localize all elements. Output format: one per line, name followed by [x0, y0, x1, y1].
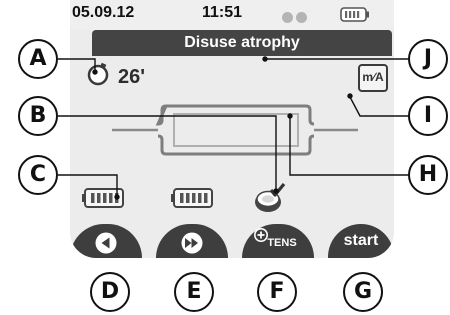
callout-i: I [408, 96, 448, 136]
channel-b-battery-icon [171, 188, 213, 208]
status-bar: 05.09.12 11:51 [70, 0, 394, 30]
callout-j: J [408, 39, 448, 79]
callout-c: C [18, 155, 58, 195]
callout-g: G [343, 272, 383, 312]
mia-button[interactable]: m∕A [358, 64, 388, 92]
callout-e: E [174, 272, 214, 312]
tens-softkey[interactable]: TENS [242, 224, 314, 258]
mia-label: m∕A [362, 70, 384, 84]
back-softkey[interactable] [70, 224, 142, 258]
channel-dots-icon [282, 10, 312, 23]
waveform-display [112, 104, 358, 156]
callout-h: H [408, 155, 448, 195]
callout-b: B [18, 96, 58, 136]
electrode-check-icon [255, 182, 286, 212]
program-title: Disuse atrophy [184, 34, 300, 51]
device-screen: 05.09.12 11:51 Disuse atrophy 26' m∕A TE… [70, 0, 394, 258]
session-timer: 26' [118, 66, 146, 88]
tens-label: TENS [267, 237, 297, 249]
callout-a: A [18, 39, 58, 79]
channel-a-battery-icon [82, 188, 124, 208]
start-softkey[interactable]: start [328, 224, 394, 258]
callout-d: D [90, 272, 130, 312]
triangle-left-icon [95, 232, 117, 254]
start-label: start [343, 232, 379, 249]
status-battery-icon [340, 7, 369, 22]
callout-f: F [257, 272, 297, 312]
status-date: 05.09.12 [72, 4, 135, 21]
forward-softkey[interactable] [156, 224, 228, 258]
double-triangle-right-icon [181, 232, 203, 254]
program-title-bar: Disuse atrophy [92, 30, 392, 56]
timer-icon [87, 62, 109, 86]
status-time: 11:51 [202, 4, 243, 21]
